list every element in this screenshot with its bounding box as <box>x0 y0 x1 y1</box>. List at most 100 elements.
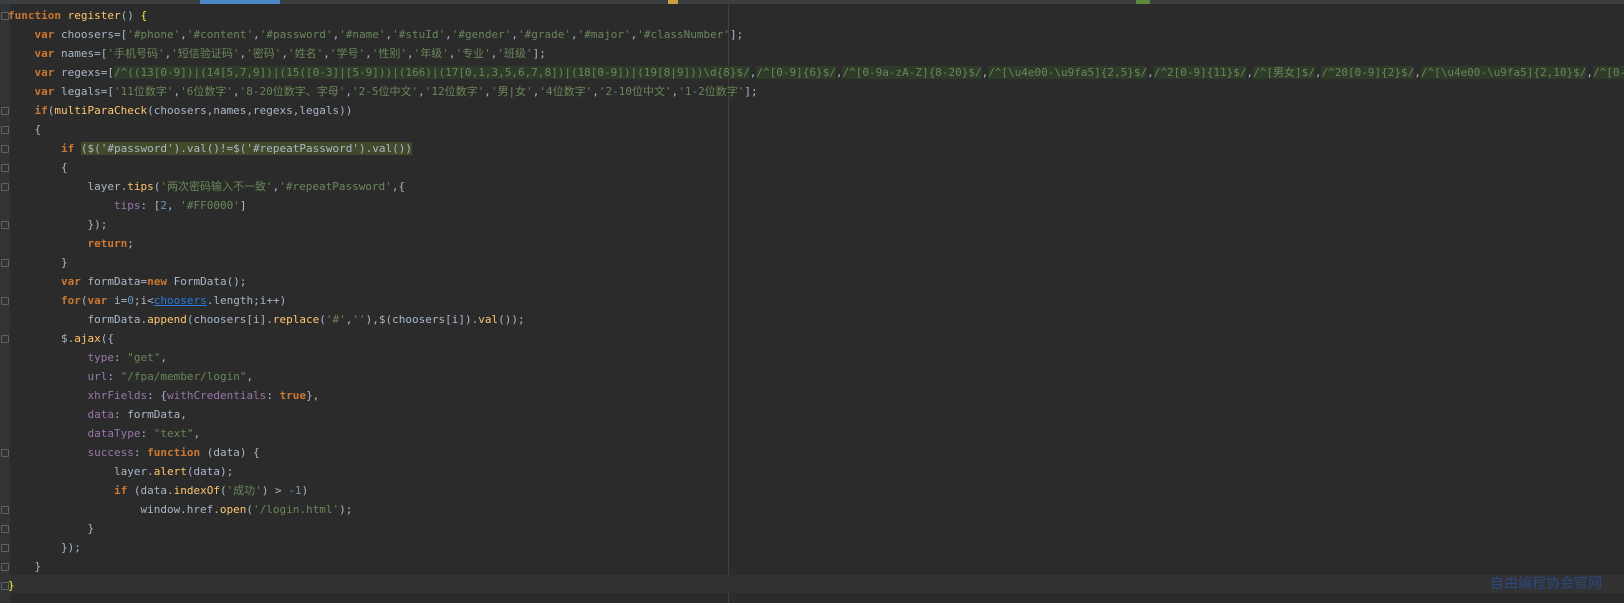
code-token[interactable]: choosers <box>154 294 207 307</box>
code-line[interactable]: } <box>8 253 1624 272</box>
code-line[interactable]: formData.append(choosers[i].replace('#',… <box>8 310 1624 329</box>
code-line[interactable]: for(var i=0;i<choosers.length;i++) <box>8 291 1624 310</box>
code-line[interactable]: } <box>8 519 1624 538</box>
code-line[interactable]: $.ajax({ <box>8 329 1624 348</box>
code-token: '两次密码输入不一致' <box>160 180 273 193</box>
tab-active-indicator[interactable] <box>200 0 280 4</box>
code-token: '2-5位中文' <box>351 85 419 98</box>
code-token: } <box>8 256 68 269</box>
code-token: register <box>67 9 121 22</box>
code-token: FormData(); <box>166 275 247 288</box>
code-line[interactable]: if ($('#password').val()!=$('#repeatPass… <box>8 139 1624 158</box>
code-line[interactable]: data: formData, <box>8 405 1624 424</box>
code-token: $. <box>8 332 75 345</box>
code-token: var <box>87 294 108 307</box>
code-token: ]; <box>729 28 744 41</box>
code-token: }); <box>8 218 108 231</box>
code-line[interactable]: return; <box>8 234 1624 253</box>
code-token: : <box>107 370 121 383</box>
code-line[interactable]: }); <box>8 538 1624 557</box>
code-token: formData. <box>8 313 148 326</box>
code-line[interactable]: xhrFields: {withCredentials: true}, <box>8 386 1624 405</box>
code-line[interactable]: dataType: "text", <box>8 424 1624 443</box>
code-token: append <box>147 313 187 326</box>
code-token: /^[0-9]{1,2}$/ <box>1593 66 1624 79</box>
code-token: names=[ <box>54 47 108 60</box>
code-token: '男|女' <box>490 85 533 98</box>
code-token: var <box>34 47 55 60</box>
code-token: : <box>113 351 128 364</box>
code-line[interactable]: type: "get", <box>8 348 1624 367</box>
code-line[interactable]: layer.alert(data); <box>8 462 1624 481</box>
code-line[interactable]: var names=['手机号码','短信验证码','密码','姓名','学号'… <box>8 44 1624 63</box>
code-line[interactable]: var legals=['11位数字','6位数字','8-20位数字、字母',… <box>8 82 1624 101</box>
code-token: , <box>345 85 352 98</box>
code-token: '#content' <box>186 28 254 41</box>
code-token: }, <box>306 389 320 402</box>
code-editor[interactable]: function register() { var choosers=['#ph… <box>0 0 1624 603</box>
code-token: , <box>365 47 372 60</box>
code-token: tips <box>113 199 141 212</box>
code-line[interactable]: } <box>8 576 1624 595</box>
code-token: '性别' <box>371 47 407 60</box>
code-line[interactable]: if(multiParaCheck(choosers,names,regexs,… <box>8 101 1624 120</box>
code-token: if <box>113 484 128 497</box>
code-token: ;i< <box>133 294 154 307</box>
code-token: '#grade' <box>518 28 571 41</box>
code-token: '短信验证码' <box>171 47 240 60</box>
code-token: 2 <box>160 199 167 212</box>
code-line[interactable]: tips: [2, '#FF0000'] <box>8 196 1624 215</box>
code-line[interactable]: url: "/fpa/member/login", <box>8 367 1624 386</box>
code-token: var <box>34 28 55 41</box>
code-token: , <box>592 85 599 98</box>
code-token: { <box>8 161 68 174</box>
code-token: '4位数字' <box>539 85 593 98</box>
code-line[interactable]: } <box>8 557 1624 576</box>
code-token: '密码' <box>246 47 282 60</box>
code-token: '#stuId' <box>392 28 446 41</box>
code-line[interactable]: if (data.indexOf('成功') > -1) <box>8 481 1624 500</box>
code-token: (choosers,names,regexs,legals)) <box>147 104 353 117</box>
code-line[interactable]: { <box>8 158 1624 177</box>
code-token: /^((13[0-9])|(14[5,7,9])|(15([0-3]|[5-9]… <box>113 66 750 79</box>
code-token: "text" <box>153 427 194 440</box>
code-line[interactable]: layer.tips('两次密码输入不一致','#repeatPassword'… <box>8 177 1624 196</box>
code-line[interactable]: var formData=new FormData(); <box>8 272 1624 291</box>
code-token: /^2[0-9]{11}$/ <box>1153 66 1247 79</box>
code-line[interactable]: var choosers=['#phone','#content','#pass… <box>8 25 1624 44</box>
code-line[interactable]: var regexs=[/^((13[0-9])|(14[5,7,9])|(15… <box>8 63 1624 82</box>
code-line[interactable]: }); <box>8 215 1624 234</box>
code-line[interactable]: success: function (data) { <box>8 443 1624 462</box>
code-token: ); <box>339 503 353 516</box>
tab-indicator[interactable] <box>668 0 678 4</box>
code-token: , <box>246 370 254 383</box>
code-token: /^[\u4e00-\u9fa5]{2,10}$/ <box>1420 66 1587 79</box>
code-token: xhrFields <box>87 389 148 402</box>
code-token: '#major' <box>577 28 631 41</box>
code-line[interactable]: { <box>8 120 1624 139</box>
code-line[interactable]: function register() { <box>8 6 1624 25</box>
code-token: '8-20位数字、字母' <box>239 85 346 98</box>
code-token: (data) { <box>200 446 260 459</box>
code-text[interactable]: function register() { var choosers=['#ph… <box>8 6 1624 595</box>
code-token: ({ <box>100 332 114 345</box>
code-token: , <box>232 85 240 98</box>
code-line[interactable]: window.href.open('/login.html'); <box>8 500 1624 519</box>
code-token: } <box>8 560 42 573</box>
tab-indicator[interactable] <box>1136 0 1150 4</box>
code-token: multiParaCheck <box>54 104 148 117</box>
code-token: for <box>60 294 81 307</box>
code-token: , <box>160 351 167 364</box>
